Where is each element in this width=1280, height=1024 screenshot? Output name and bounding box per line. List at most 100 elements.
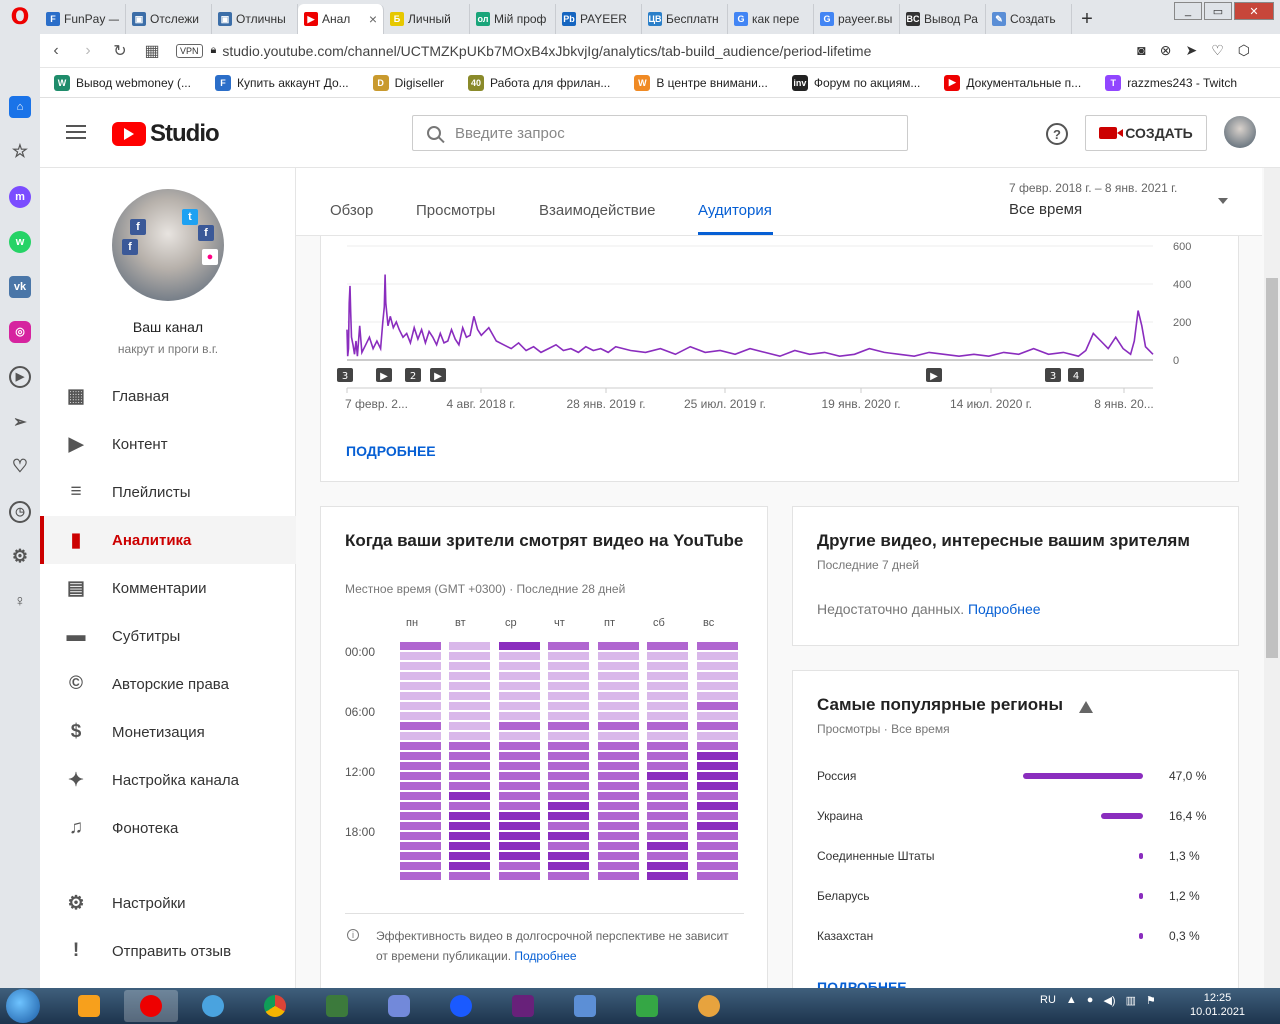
heatmap-cell[interactable] [697, 802, 738, 810]
heatmap-cell[interactable] [647, 692, 688, 700]
heatmap-cell[interactable] [449, 802, 490, 810]
heatmap-cell[interactable] [449, 682, 490, 690]
heatmap-cell[interactable] [400, 642, 441, 650]
messenger-icon[interactable]: m [0, 174, 40, 219]
heatmap-cell[interactable] [400, 802, 441, 810]
bookmark-item[interactable]: Trazzmes243 - Twitch [1105, 74, 1237, 91]
heatmap-cell[interactable] [647, 872, 688, 880]
heatmap-cell[interactable] [449, 822, 490, 830]
heatmap-cell[interactable] [449, 812, 490, 820]
heatmap-cell[interactable] [697, 742, 738, 750]
heatmap-cell[interactable] [499, 642, 540, 650]
heatmap-cell[interactable] [449, 732, 490, 740]
box-icon[interactable]: ⬡ [1238, 42, 1250, 59]
heatmap-cell[interactable] [449, 762, 490, 770]
heatmap-cell[interactable] [400, 862, 441, 870]
heatmap-cell[interactable] [400, 872, 441, 880]
bookmark-item[interactable]: W Вывод webmoney (... [54, 74, 191, 91]
heatmap-cell[interactable] [548, 672, 589, 680]
nav-item-content[interactable]: ▶ Контент [40, 420, 296, 468]
heatmap-cell[interactable] [647, 652, 688, 660]
opera-taskbar-icon[interactable] [124, 990, 178, 1022]
heatmap-cell[interactable] [548, 802, 589, 810]
media-player-icon[interactable] [62, 990, 116, 1022]
heatmap-cell[interactable] [499, 682, 540, 690]
heatmap-cell[interactable] [400, 782, 441, 790]
nav-item-feedback[interactable]: ! Отправить отзыв [40, 927, 296, 975]
heatmap-cell[interactable] [400, 692, 441, 700]
bookmark-item[interactable]: ▶ Документальные п... [944, 74, 1081, 91]
heatmap-cell[interactable] [647, 642, 688, 650]
heatmap-cell[interactable] [598, 682, 639, 690]
heatmap-cell[interactable] [598, 702, 639, 710]
heatmap-cell[interactable] [647, 842, 688, 850]
star-icon[interactable]: ☆ [0, 129, 40, 174]
heatmap-cell[interactable] [598, 642, 639, 650]
heatmap-cell[interactable] [598, 822, 639, 830]
heatmap-cell[interactable] [449, 832, 490, 840]
heatmap-cell[interactable] [499, 872, 540, 880]
heatmap-cell[interactable] [400, 822, 441, 830]
maximize-button[interactable]: ▭ [1204, 2, 1232, 20]
send-icon[interactable]: ➤ [1185, 42, 1197, 59]
heatmap-cell[interactable] [647, 732, 688, 740]
heatmap-cell[interactable] [400, 842, 441, 850]
video-marker[interactable]: 4 [1068, 368, 1084, 382]
heatmap-cell[interactable] [697, 822, 738, 830]
heatmap-cell[interactable] [697, 762, 738, 770]
heatmap-cell[interactable] [697, 812, 738, 820]
heatmap-cell[interactable] [647, 682, 688, 690]
heatmap-cell[interactable] [449, 692, 490, 700]
heatmap-cell[interactable] [647, 832, 688, 840]
heatmap-cell[interactable] [400, 702, 441, 710]
heatmap-cell[interactable] [499, 802, 540, 810]
heatmap-cell[interactable] [697, 792, 738, 800]
reload-icon[interactable]: ↻ [104, 41, 136, 61]
heatmap-cell[interactable] [598, 672, 639, 680]
browser-tab[interactable]: Gpayeer.вы [814, 4, 900, 34]
video-marker[interactable]: 2 [405, 368, 421, 382]
vpn-badge[interactable]: VPN [176, 43, 203, 58]
heatmap-cell[interactable] [400, 662, 441, 670]
heatmap-cell[interactable] [598, 722, 639, 730]
heatmap-cell[interactable] [548, 822, 589, 830]
vs-icon[interactable] [496, 990, 550, 1022]
search-input[interactable]: Введите запрос [412, 115, 908, 151]
heatmap-cell[interactable] [400, 682, 441, 690]
heatmap-cell[interactable] [499, 812, 540, 820]
green-app-icon[interactable] [620, 990, 674, 1022]
heatmap-cell[interactable] [647, 772, 688, 780]
heatmap-cell[interactable] [548, 762, 589, 770]
browser-tab[interactable]: F FunPay — [40, 4, 126, 34]
heatmap-cell[interactable] [548, 642, 589, 650]
video-marker[interactable]: ▶ [430, 368, 446, 382]
heatmap-cell[interactable] [400, 812, 441, 820]
language-indicator[interactable]: RU [1040, 994, 1056, 1007]
heatmap-cell[interactable] [697, 732, 738, 740]
other-videos-link[interactable]: Подробнее [968, 601, 1041, 617]
heatmap-cell[interactable] [449, 772, 490, 780]
heatmap-cell[interactable] [499, 822, 540, 830]
heatmap-cell[interactable] [647, 812, 688, 820]
heatmap-cell[interactable] [499, 762, 540, 770]
heatmap-cell[interactable] [548, 832, 589, 840]
browser-tab[interactable]: ✎ Создать [986, 4, 1072, 34]
browser-tab[interactable]: Gкак пере [728, 4, 814, 34]
heatmap-cell[interactable] [647, 762, 688, 770]
heatmap-cell[interactable] [499, 692, 540, 700]
heatmap-cell[interactable] [400, 732, 441, 740]
heatmap-cell[interactable] [449, 702, 490, 710]
studio-logo[interactable]: Studio [112, 120, 220, 148]
heatmap-cell[interactable] [449, 842, 490, 850]
tray-app-icon[interactable]: ● [1087, 994, 1094, 1007]
nav-item-subtitles[interactable]: ▬ Субтитры [40, 612, 296, 660]
heatmap-cell[interactable] [499, 752, 540, 760]
heatmap-cell[interactable] [598, 782, 639, 790]
bookmark-item[interactable]: F Купить аккаунт До... [214, 74, 349, 91]
heatmap-cell[interactable] [697, 702, 738, 710]
heatmap-cell[interactable] [548, 652, 589, 660]
heatmap-cell[interactable] [647, 852, 688, 860]
heatmap-cell[interactable] [647, 752, 688, 760]
heatmap-cell[interactable] [598, 662, 639, 670]
heatmap-cell[interactable] [548, 842, 589, 850]
